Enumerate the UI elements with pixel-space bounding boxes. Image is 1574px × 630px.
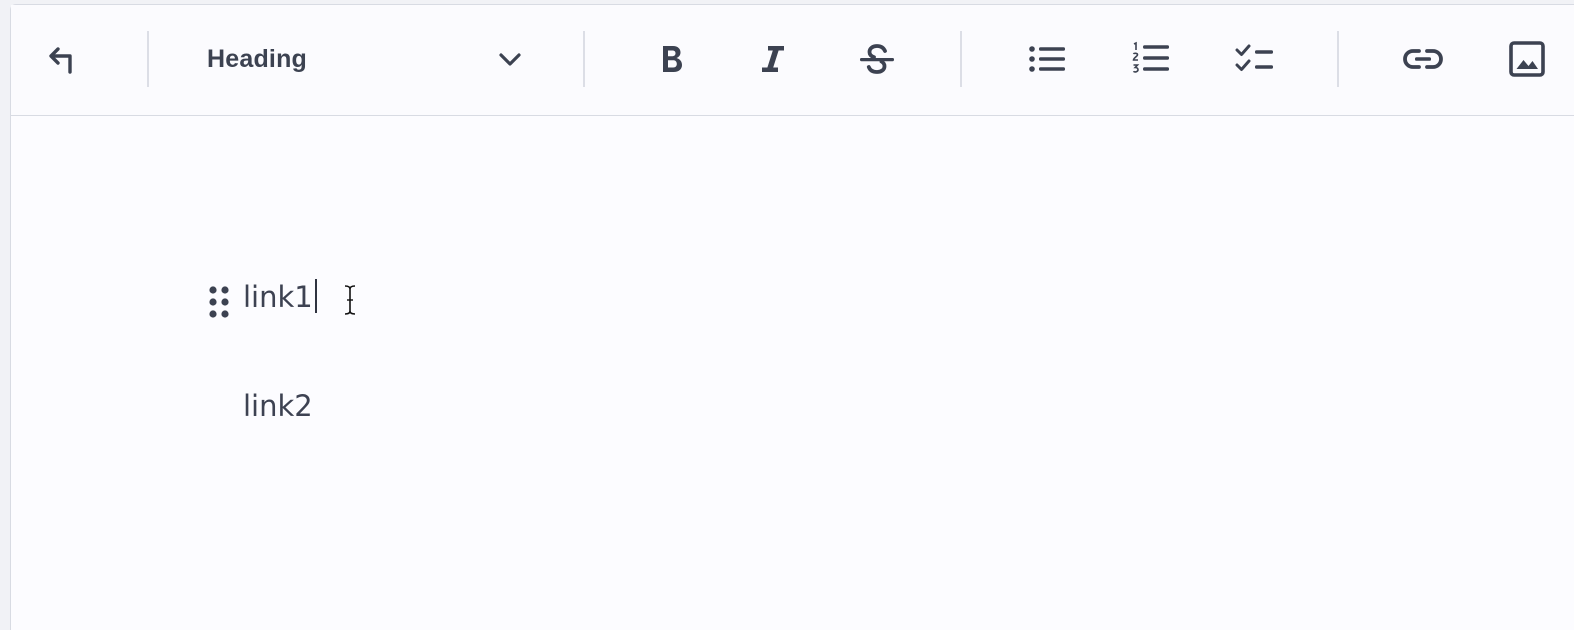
link-icon	[1403, 49, 1443, 69]
image-icon	[1509, 41, 1545, 77]
text-caret	[314, 279, 317, 313]
editor-content[interactable]: link1 link2	[11, 117, 1574, 630]
app-frame: Heading link1 link2	[0, 0, 1574, 630]
italic-button[interactable]	[747, 33, 799, 85]
toolbar-separator	[960, 31, 962, 87]
editor-toolbar: Heading	[11, 5, 1574, 116]
paragraph[interactable]: link2	[243, 389, 313, 423]
paragraph-text: link1	[243, 280, 313, 314]
undo-arrow-icon	[49, 47, 72, 74]
image-button[interactable]	[1501, 33, 1553, 85]
toolbar-separator	[583, 31, 585, 87]
ibeam-cursor-icon	[344, 285, 356, 315]
strikethrough-icon	[860, 44, 894, 74]
chevron-down-icon	[499, 53, 521, 66]
bold-button[interactable]	[645, 33, 697, 85]
ordered-list-icon	[1132, 41, 1169, 73]
ordered-list-button[interactable]	[1125, 33, 1177, 85]
checklist-icon	[1235, 44, 1273, 71]
toolbar-separator	[1337, 31, 1339, 87]
block-type-select[interactable]: Heading	[207, 37, 525, 81]
block-type-label: Heading	[207, 44, 308, 73]
bullet-list-button[interactable]	[1021, 33, 1073, 85]
task-list-button[interactable]	[1229, 33, 1281, 85]
paragraph[interactable]: link1	[243, 279, 317, 314]
paragraph-text: link2	[243, 389, 313, 423]
bold-icon	[663, 46, 682, 72]
strikethrough-button[interactable]	[851, 33, 903, 85]
italic-icon	[762, 46, 784, 72]
rich-text-editor: Heading link1 link2	[10, 4, 1574, 630]
toolbar-separator	[147, 31, 149, 87]
drag-handle-icon	[209, 286, 229, 318]
block-drag-handle[interactable]	[207, 284, 231, 320]
link-button[interactable]	[1397, 33, 1449, 85]
bullet-list-icon	[1029, 46, 1065, 72]
undo-button[interactable]	[35, 33, 87, 85]
